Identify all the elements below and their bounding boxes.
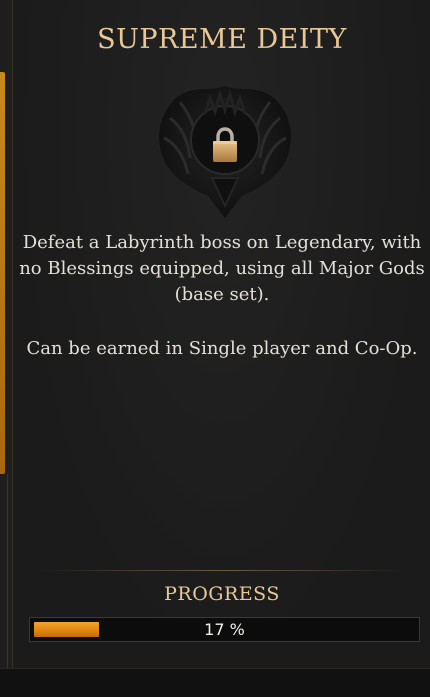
progress-label: PROGRESS (164, 583, 280, 605)
left-list-panel-border (0, 474, 8, 668)
achievement-description: Defeat a Labyrinth boss on Legendary, wi… (19, 232, 425, 305)
achievement-screen: SUPREME DEITY Defeat a Labyrinth boss on… (0, 0, 430, 697)
progress-value: 17 % (204, 620, 245, 639)
achievement-availability: Can be earned in Single player and Co-Op… (26, 338, 418, 359)
scrollbar-thumb[interactable] (0, 72, 5, 474)
section-divider (40, 570, 410, 571)
bottom-strip (0, 668, 430, 697)
achievement-title: SUPREME DEITY (97, 24, 347, 55)
progress-bar: 17 % (29, 617, 420, 642)
lock-icon (213, 127, 237, 162)
